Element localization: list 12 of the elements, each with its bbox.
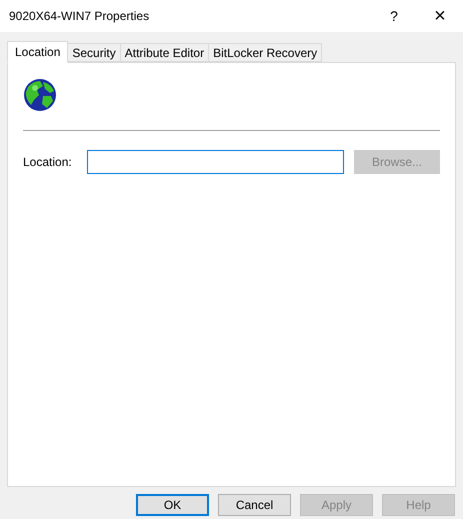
tab[interactable]: BitLocker Recovery — [209, 43, 322, 62]
dialog-button[interactable]: Cancel — [218, 494, 291, 516]
help-button[interactable]: ? — [371, 0, 417, 32]
tab[interactable]: Security — [68, 43, 121, 62]
tab[interactable]: Location — [7, 41, 68, 63]
window-title: 9020X64-WIN7 Properties — [9, 8, 150, 25]
location-field[interactable] — [87, 150, 344, 174]
close-button[interactable]: × — [417, 0, 463, 32]
tab[interactable]: Attribute Editor — [120, 43, 210, 62]
field-label: Location: — [23, 154, 73, 171]
globe-icon — [23, 78, 57, 112]
dialog-button[interactable]: OK — [136, 494, 209, 516]
